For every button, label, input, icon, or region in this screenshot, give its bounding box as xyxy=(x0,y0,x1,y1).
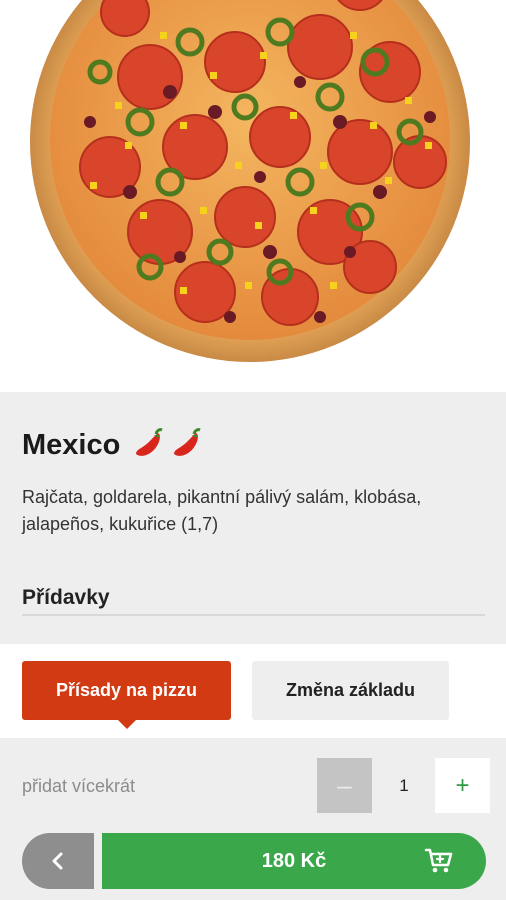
chili-pepper-icon xyxy=(174,428,201,456)
quantity-value: 1 xyxy=(399,775,409,795)
spiciness-indicator xyxy=(130,428,204,462)
product-name: Mexico xyxy=(22,428,121,461)
pizza-image xyxy=(30,0,470,362)
tab-change-base[interactable]: Změna základu xyxy=(252,661,449,720)
extras-section-title: Přídavky xyxy=(22,586,110,609)
cart-icon xyxy=(424,848,453,873)
product-ingredients: Rajčata, goldarela, pikantní pálivý salá… xyxy=(22,487,422,534)
extras-divider xyxy=(22,614,485,616)
chili-pepper-icon xyxy=(136,428,163,456)
quantity-increase-button[interactable]: + xyxy=(435,758,490,813)
product-image-area xyxy=(0,0,506,392)
quantity-decrease-button[interactable]: – xyxy=(317,758,372,813)
back-button[interactable] xyxy=(22,833,94,889)
add-to-cart-button[interactable]: 180 Kč xyxy=(102,833,486,889)
product-details: Mexico Rajčata, goldarela, pikantní páli… xyxy=(0,392,506,644)
product-title: Mexico xyxy=(22,428,204,462)
tab-toppings[interactable]: Přísady na pizzu xyxy=(22,661,231,729)
order-panel: přidat vícekrát – 1 + 180 Kč xyxy=(0,738,506,900)
chevron-left-icon xyxy=(52,852,63,870)
quantity-label: přidat vícekrát xyxy=(22,776,136,796)
extras-tabs: Přísady na pizzu Změna základu xyxy=(0,644,506,738)
